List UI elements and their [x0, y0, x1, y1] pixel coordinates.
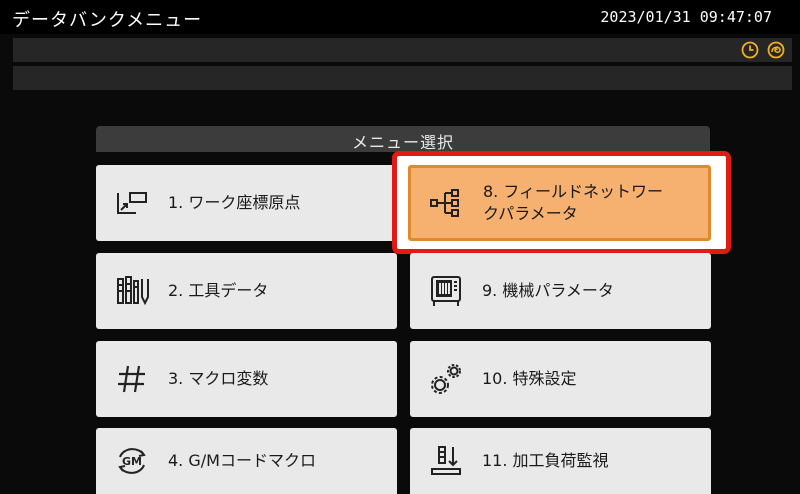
network-icon	[425, 183, 469, 223]
menu-button-tool-data[interactable]: 2. 工具データ	[96, 253, 397, 329]
status-bar	[13, 38, 792, 62]
menu-label: 9. 機械パラメータ	[482, 281, 614, 300]
menu-button-work-coordinate[interactable]: 1. ワーク座標原点	[96, 165, 397, 241]
menu-button-macro-variable[interactable]: 3. マクロ変数	[96, 341, 397, 417]
message-bar	[13, 66, 792, 90]
menu-button-gm-code-macro[interactable]: GM 4. G/Mコードマクロ	[96, 428, 397, 494]
menu-button-load-monitor[interactable]: 11. 加工負荷監視	[410, 428, 711, 494]
menu-label: 3. マクロ変数	[168, 369, 269, 388]
menu-label: 1. ワーク座標原点	[168, 193, 301, 212]
menu-label: 8. フィールドネットワー クパラメータ	[483, 181, 663, 225]
load-monitor-icon	[424, 441, 468, 481]
menu-button-field-network-params[interactable]: 8. フィールドネットワー クパラメータ	[408, 165, 711, 241]
menu-label: 4. G/Mコードマクロ	[168, 451, 316, 470]
menu-label-line2: クパラメータ	[483, 204, 578, 223]
menu-label-line1: 8. フィールドネットワー	[483, 182, 664, 201]
title-bar: データバンクメニュー 2023/01/31 09:47:07	[0, 0, 800, 34]
datetime-display: 2023/01/31 09:47:07	[600, 8, 772, 26]
app-title: データバンクメニュー	[12, 10, 203, 31]
panel-title: メニュー選択	[351, 133, 454, 152]
machine-icon	[424, 271, 468, 311]
clock-icon	[740, 40, 760, 60]
tool-data-icon	[110, 271, 154, 311]
svg-text:GM: GM	[122, 455, 142, 468]
work-coordinate-icon	[110, 183, 154, 223]
menu-label: 2. 工具データ	[168, 281, 269, 300]
menu-button-machine-params[interactable]: 9. 機械パラメータ	[410, 253, 711, 329]
spiral-icon	[766, 40, 786, 60]
gm-code-icon: GM	[110, 441, 154, 481]
menu-panel-header: メニュー選択	[96, 126, 710, 152]
menu-label: 11. 加工負荷監視	[482, 451, 609, 470]
menu-label: 10. 特殊設定	[482, 369, 577, 388]
gears-icon	[424, 359, 468, 399]
menu-button-special-settings[interactable]: 10. 特殊設定	[410, 341, 711, 417]
hash-icon	[110, 359, 154, 399]
